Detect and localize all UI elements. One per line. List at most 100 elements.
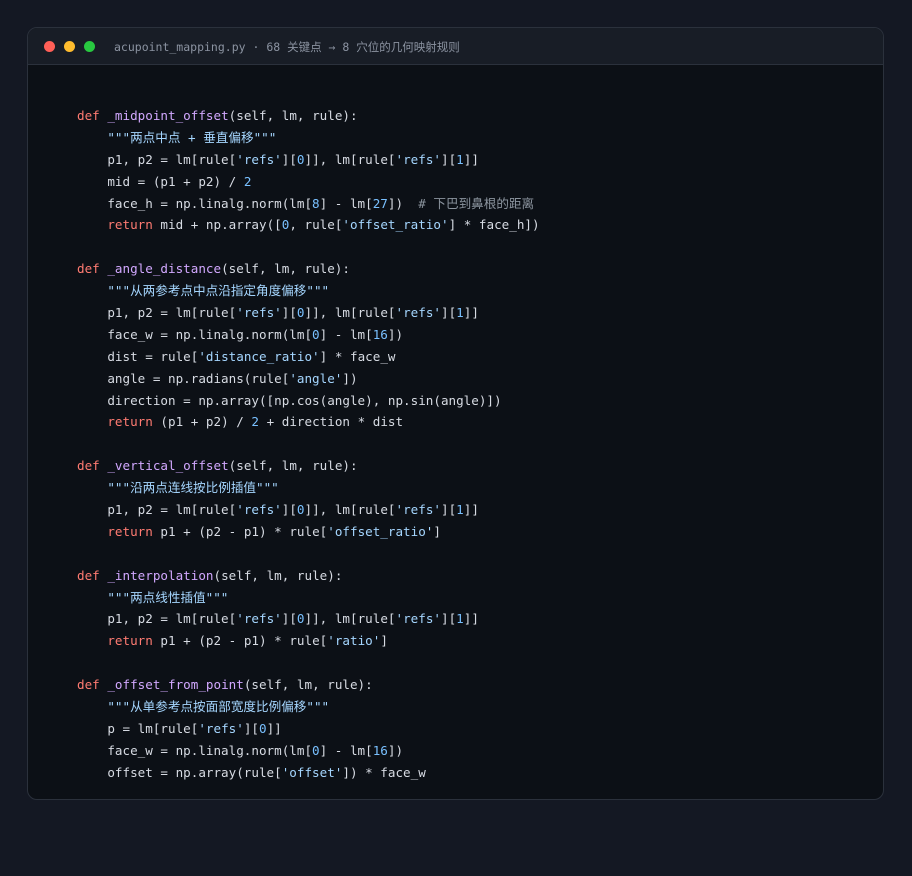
- code-token: """从单参考点按面部宽度比例偏移""": [77, 699, 330, 715]
- code-line: p1, p2 = lm[rule['refs'][0]], lm[rule['r…: [77, 149, 540, 171]
- code-window: acupoint_mapping.py · 68 关键点 → 8 穴位的几何映射…: [27, 27, 884, 800]
- code-token: p1, p2 = lm[rule[: [77, 305, 237, 321]
- code-line: p = lm[rule['refs'][0]]: [77, 718, 540, 740]
- code-token: 27: [372, 195, 388, 211]
- code-token: p1, p2 = lm[rule[: [77, 502, 237, 518]
- code-token: ]]: [463, 611, 479, 627]
- code-token: _interpolation: [107, 567, 214, 583]
- code-token: 1: [456, 305, 464, 321]
- code-token: _midpoint_offset: [107, 108, 229, 123]
- code-token: """从两参考点中点沿指定角度偏移""": [77, 283, 330, 299]
- code-line: """两点线性插值""": [77, 587, 540, 609]
- code-token: offset = np.array(rule[: [77, 764, 282, 780]
- code-token: 0: [296, 502, 305, 518]
- code-token: ][: [281, 151, 297, 167]
- code-token: ]], lm[rule[: [304, 305, 396, 321]
- code-token: ]]: [463, 305, 479, 321]
- code-line: angle = np.radians(rule['angle']): [77, 368, 540, 390]
- code-token: ] * face_w: [319, 348, 396, 364]
- code-token: _angle_distance: [107, 261, 222, 277]
- code-token: + direction * dist: [259, 414, 404, 430]
- code-token: ]): [387, 195, 419, 211]
- code-token: ]): [387, 742, 404, 758]
- code-token: 'refs': [236, 502, 282, 518]
- code-token: ][: [281, 305, 297, 321]
- code-token: 8: [312, 195, 320, 211]
- code-token: """两点线性插值""": [77, 589, 229, 605]
- code-token: 'offset_ratio': [342, 217, 449, 233]
- code-token: (self, lm, rule):: [243, 677, 373, 693]
- code-token: ] - lm[: [319, 742, 373, 758]
- code-token: 0: [296, 305, 305, 321]
- code-token: ][: [441, 502, 457, 518]
- code-line: direction = np.array([np.cos(angle), np.…: [77, 390, 540, 412]
- code-line: def _vertical_offset(self, lm, rule):: [77, 455, 540, 477]
- code-token: 'offset_ratio': [327, 523, 434, 539]
- code-token: 2: [243, 173, 252, 189]
- code-token: ]], lm[rule[: [304, 502, 396, 518]
- code-token: p1 + (p2 - p1) * rule[: [152, 523, 328, 539]
- code-line: p1, p2 = lm[rule['refs'][0]], lm[rule['r…: [77, 302, 540, 324]
- minimize-window-button[interactable]: [64, 41, 75, 52]
- code-token: 'refs': [395, 611, 442, 627]
- window-titlebar: acupoint_mapping.py · 68 关键点 → 8 穴位的几何映射…: [28, 28, 883, 65]
- code-token: 16: [372, 742, 388, 758]
- code-token: 'distance_ratio': [198, 348, 320, 364]
- code-token: 0: [296, 151, 305, 167]
- code-token: 'refs': [395, 305, 442, 321]
- code-token: ]): [387, 326, 404, 342]
- code-token: mid + np.array([: [152, 217, 282, 233]
- code-token: 16: [372, 326, 388, 342]
- code-token: ][: [243, 720, 259, 736]
- code-token: 'refs': [236, 611, 282, 627]
- code-token: face_h = np.linalg.norm(lm[: [77, 195, 313, 211]
- code-line: p1, p2 = lm[rule['refs'][0]], lm[rule['r…: [77, 499, 540, 521]
- code-token: (p1 + p2) /: [152, 414, 252, 430]
- code-editor[interactable]: def _midpoint_offset(self, lm, rule): ""…: [77, 105, 540, 784]
- maximize-window-button[interactable]: [84, 41, 95, 52]
- window-title: acupoint_mapping.py · 68 关键点 → 8 穴位的几何映射…: [114, 40, 460, 54]
- code-token: ][: [281, 611, 297, 627]
- code-token: mid = (p1 + p2) /: [77, 173, 244, 189]
- code-line: dist = rule['distance_ratio'] * face_w: [77, 346, 540, 368]
- code-token: direction = np.array([np.cos(angle), np.…: [77, 392, 502, 408]
- code-token: 'offset': [281, 764, 343, 780]
- code-line: face_w = np.linalg.norm(lm[0] - lm[16]): [77, 740, 540, 762]
- code-token: ]) * face_w: [342, 764, 426, 780]
- code-token: ]], lm[rule[: [304, 611, 396, 627]
- code-token: return: [107, 217, 153, 233]
- code-token: 0: [259, 720, 267, 736]
- code-token: 0: [312, 742, 320, 758]
- code-token: ]]: [266, 720, 282, 736]
- code-token: (self, lm, rule):: [228, 108, 358, 123]
- code-token: 1: [456, 502, 464, 518]
- code-token: p1, p2 = lm[rule[: [77, 151, 237, 167]
- code-token: ] - lm[: [319, 326, 373, 342]
- code-line: def _offset_from_point(self, lm, rule):: [77, 674, 540, 696]
- code-line: return p1 + (p2 - p1) * rule['offset_rat…: [77, 521, 540, 543]
- code-token: face_w = np.linalg.norm(lm[: [77, 742, 313, 758]
- code-token: 'angle': [289, 370, 343, 386]
- code-line: face_w = np.linalg.norm(lm[0] - lm[16]): [77, 324, 540, 346]
- code-token: p1 + (p2 - p1) * rule[: [152, 633, 328, 649]
- code-line: offset = np.array(rule['offset']) * face…: [77, 762, 540, 784]
- code-token: ][: [441, 611, 457, 627]
- code-token: 0: [312, 326, 320, 342]
- code-token: ]: [433, 523, 441, 539]
- code-token: def: [77, 458, 108, 474]
- code-token: def: [77, 261, 108, 277]
- code-token: 'ratio': [327, 633, 381, 649]
- code-token: # 下巴到鼻根的距离: [418, 195, 535, 211]
- code-token: 'refs': [395, 151, 442, 167]
- code-token: 1: [456, 151, 464, 167]
- code-token: ][: [441, 305, 457, 321]
- code-token: face_w = np.linalg.norm(lm[: [77, 326, 313, 342]
- close-window-button[interactable]: [44, 41, 55, 52]
- code-line: face_h = np.linalg.norm(lm[8] - lm[27]) …: [77, 193, 540, 215]
